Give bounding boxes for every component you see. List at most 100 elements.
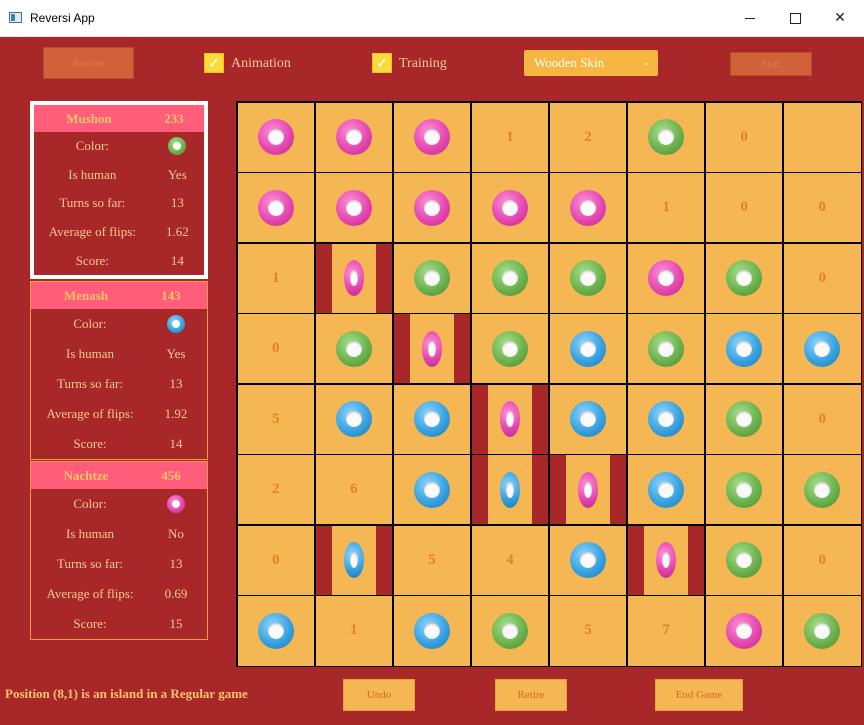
board-cell[interactable]: 0 xyxy=(237,525,315,595)
pink-disc-icon xyxy=(167,495,185,513)
board-cell[interactable] xyxy=(549,243,627,313)
board-cell[interactable]: 5 xyxy=(237,384,315,454)
retire-button[interactable]: Retire xyxy=(495,679,567,711)
blue-disc xyxy=(570,401,607,438)
board-cell[interactable] xyxy=(237,102,315,172)
board-cell[interactable]: 0 xyxy=(783,384,861,454)
board-cell[interactable] xyxy=(627,525,705,595)
board-cell[interactable]: 0 xyxy=(783,243,861,313)
pink-disc xyxy=(335,119,372,156)
player-panel: Menash 143 Color: Is human Yes Turns so far: 1… xyxy=(30,281,208,460)
board-cell[interactable] xyxy=(471,243,549,313)
board-cell[interactable] xyxy=(315,384,393,454)
pink-disc xyxy=(578,471,599,508)
board-cell[interactable] xyxy=(237,596,315,666)
pink-disc xyxy=(726,612,763,649)
start-button[interactable]: Start xyxy=(730,52,812,76)
board-cell[interactable]: 1 xyxy=(471,102,549,172)
board-cell[interactable]: 0 xyxy=(705,102,783,172)
board-cell[interactable]: 0 xyxy=(783,525,861,595)
board-cell[interactable]: 2 xyxy=(237,455,315,525)
blue-disc xyxy=(499,471,520,508)
blue-disc xyxy=(726,330,763,367)
board-cell[interactable] xyxy=(627,102,705,172)
board-cell[interactable]: 2 xyxy=(549,102,627,172)
board-cell[interactable] xyxy=(471,596,549,666)
training-checkbox[interactable]: ✓ xyxy=(372,53,392,73)
player-color-label: Color: xyxy=(75,138,109,154)
board-cell[interactable] xyxy=(471,173,549,243)
board-cell[interactable] xyxy=(471,314,549,384)
board-cell[interactable] xyxy=(237,173,315,243)
green-disc xyxy=(804,612,841,649)
board-cell[interactable] xyxy=(315,173,393,243)
board-cell[interactable] xyxy=(549,525,627,595)
move-hint-count: 0 xyxy=(272,551,280,568)
board-cell[interactable]: 1 xyxy=(237,243,315,313)
board-cell[interactable]: 4 xyxy=(471,525,549,595)
board-cell[interactable] xyxy=(315,525,393,595)
board-cell[interactable]: 0 xyxy=(237,314,315,384)
board-cell[interactable] xyxy=(393,243,471,313)
board-cell[interactable] xyxy=(627,314,705,384)
board-cell[interactable] xyxy=(393,102,471,172)
end-game-button[interactable]: End Game xyxy=(655,679,743,711)
move-hint-count: 4 xyxy=(506,551,514,568)
board-cell[interactable] xyxy=(783,455,861,525)
board-cell[interactable] xyxy=(705,243,783,313)
board-cell[interactable] xyxy=(783,102,861,172)
player-turns-label: Turns so far: xyxy=(59,195,126,211)
board-cell[interactable]: 0 xyxy=(783,173,861,243)
player-average-flips-value: 0.69 xyxy=(164,586,188,601)
board-cell[interactable]: 5 xyxy=(393,525,471,595)
board-cell[interactable] xyxy=(705,596,783,666)
skin-selected-value: Wooden Skin xyxy=(534,55,605,70)
minimize-button[interactable] xyxy=(727,0,773,36)
player-color-value xyxy=(149,315,203,333)
green-disc xyxy=(491,330,528,367)
browse-button[interactable]: Browse xyxy=(43,47,134,79)
player-color-row: Color: xyxy=(31,309,207,339)
maximize-button[interactable] xyxy=(772,0,818,36)
board-cell[interactable] xyxy=(315,243,393,313)
board-cell[interactable]: 7 xyxy=(627,596,705,666)
board-cell[interactable] xyxy=(705,314,783,384)
board-cell[interactable]: 5 xyxy=(549,596,627,666)
board-cell[interactable] xyxy=(549,384,627,454)
board-cell[interactable]: 1 xyxy=(627,173,705,243)
board-cell[interactable] xyxy=(393,455,471,525)
board-cell[interactable] xyxy=(471,384,549,454)
green-disc xyxy=(570,260,607,297)
board-cell[interactable]: 1 xyxy=(315,596,393,666)
board-cell[interactable] xyxy=(471,455,549,525)
board-cell[interactable] xyxy=(627,384,705,454)
green-disc xyxy=(648,119,685,156)
pink-disc xyxy=(656,542,677,579)
board-cell[interactable]: 6 xyxy=(315,455,393,525)
board-cell[interactable] xyxy=(549,173,627,243)
player-header: Mushon 233 xyxy=(34,105,204,132)
close-button[interactable]: ✕ xyxy=(817,0,863,36)
board-cell[interactable] xyxy=(705,455,783,525)
board-cell[interactable] xyxy=(393,384,471,454)
skin-select[interactable]: Wooden Skin ⌄ xyxy=(524,50,658,76)
board-cell[interactable] xyxy=(705,384,783,454)
board-cell[interactable] xyxy=(549,455,627,525)
board-cell[interactable] xyxy=(627,243,705,313)
board-cell[interactable] xyxy=(549,314,627,384)
player-is-human-label: Is human xyxy=(65,526,115,541)
player-is-human-row: Is human Yes xyxy=(31,339,207,369)
board-cell[interactable] xyxy=(783,314,861,384)
undo-button[interactable]: Undo xyxy=(343,679,415,711)
board-cell[interactable] xyxy=(315,102,393,172)
board-cell[interactable] xyxy=(315,314,393,384)
board-cell[interactable] xyxy=(705,525,783,595)
board-cell[interactable]: 0 xyxy=(705,173,783,243)
player-is-human-row: Is human No xyxy=(31,519,207,549)
animation-checkbox[interactable]: ✓ xyxy=(204,53,224,73)
board-cell[interactable] xyxy=(393,173,471,243)
board-cell[interactable] xyxy=(627,455,705,525)
board-cell[interactable] xyxy=(783,596,861,666)
board-cell[interactable] xyxy=(393,314,471,384)
board-cell[interactable] xyxy=(393,596,471,666)
